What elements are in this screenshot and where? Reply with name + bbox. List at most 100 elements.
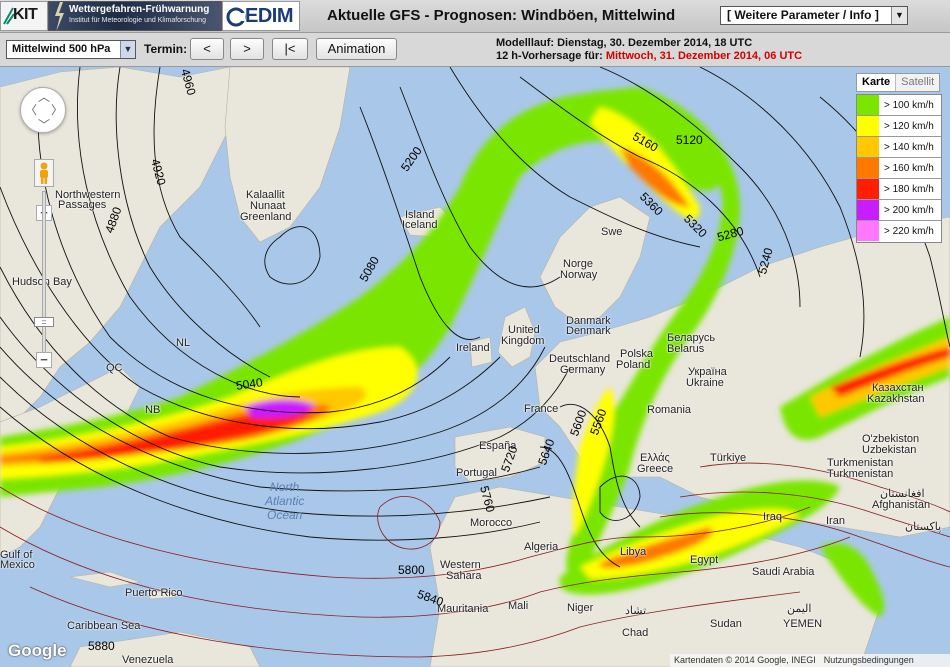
place-label: Caribbean Sea — [67, 620, 141, 632]
model-run-info: Modelllauf: Dienstag, 30. Dezember 2014,… — [496, 37, 802, 63]
place-label: Ukraine — [686, 377, 724, 389]
place-label: Passages — [58, 199, 107, 211]
forecast-line: 12 h-Vorhersage für: Mittwoch, 31. Dezem… — [496, 50, 802, 63]
legend-swatch — [857, 179, 879, 199]
legend-item: > 120 km/h — [857, 116, 941, 137]
level-select-value: Mittelwind 500 hPa — [12, 43, 111, 55]
google-logo[interactable]: Google — [8, 641, 67, 661]
legend-swatch — [857, 95, 879, 115]
map-attribution: Kartendaten © 2014 Google, INEGI Nutzungs… — [670, 654, 950, 667]
header-banner: KIT Wettergefahren-Frühwarnung Institut … — [0, 0, 950, 33]
place-label: Puerto Rico — [125, 587, 183, 599]
level-select[interactable]: Mittelwind 500 hPa ▼ — [6, 40, 136, 59]
place-label: Swe — [601, 226, 623, 238]
place-label: تشاد — [625, 605, 647, 617]
place-label: Chad — [622, 627, 649, 639]
place-label: NB — [145, 404, 161, 416]
place-label: Mauritania — [437, 603, 489, 615]
forecast-map[interactable]: North Atlantic Ocean Kalaallit Nunaat Gr… — [0, 67, 950, 667]
place-label: Sudan — [710, 618, 742, 630]
termin-label: Termin: — [144, 42, 188, 56]
place-label: Iraq — [763, 511, 782, 523]
pan-control[interactable]: ︿ ﹀ 〈 〉 — [20, 87, 66, 133]
place-label: Libya — [620, 546, 647, 558]
model-run-line: Modelllauf: Dienstag, 30. Dezember 2014,… — [496, 37, 753, 49]
place-label: Kazakhstan — [867, 393, 925, 405]
pan-right-icon[interactable]: 〉 — [51, 104, 63, 116]
pan-left-icon[interactable]: 〈 — [25, 104, 37, 116]
place-label: Türkiye — [710, 452, 747, 464]
legend-item: > 160 km/h — [857, 158, 941, 179]
zoom-slider-handle[interactable]: = — [34, 317, 54, 327]
zoom-slider-track[interactable] — [42, 191, 46, 356]
legend-swatch — [857, 116, 879, 136]
place-label: YEMEN — [783, 618, 823, 630]
place-label: Algeria — [524, 541, 559, 553]
place-label: Belarus — [667, 343, 705, 355]
animation-button[interactable]: Animation — [316, 38, 397, 60]
isoline-label: 5120 — [676, 133, 703, 147]
pegman-figure-icon — [40, 162, 48, 184]
place-label: Mexico — [0, 559, 35, 571]
lightning-icon — [55, 2, 64, 30]
warning-logo-title: Wettergefahren-Frühwarnung — [69, 4, 210, 15]
chevron-down-icon: ▼ — [891, 7, 907, 24]
first-button[interactable]: |< — [272, 38, 308, 60]
kit-logo-text: KIT — [13, 6, 38, 23]
legend-item: > 200 km/h — [857, 200, 941, 221]
place-label: Sahara — [446, 570, 482, 582]
place-label: Afghanistan — [872, 499, 931, 511]
isoline-label: 5880 — [88, 639, 115, 653]
zoom-out-button[interactable]: − — [36, 352, 52, 368]
ocean-label: North Atlantic Ocean — [265, 480, 305, 522]
place-label: Uzbekistan — [862, 444, 917, 456]
place-label: Poland — [616, 359, 651, 371]
place-label: Romania — [647, 404, 692, 416]
place-label: Mali — [508, 600, 529, 612]
place-label: Denmark — [566, 325, 611, 337]
forecast-prefix: 12 h-Vorhersage für: — [496, 50, 606, 62]
warning-logo[interactable]: Wettergefahren-Frühwarnung Institut für … — [48, 1, 222, 31]
isoline-label: 5800 — [398, 563, 425, 577]
legend-swatch — [857, 137, 879, 157]
map-type-control: Karte Satellit — [856, 73, 941, 92]
place-label: Venezuela — [122, 654, 174, 666]
legend-swatch — [857, 200, 879, 220]
parameter-select[interactable]: [ Weitere Parameter / Info ] ▼ — [720, 6, 908, 25]
legend-item: > 100 km/h — [857, 95, 941, 116]
place-label: Iran — [826, 515, 845, 527]
map-type-karte[interactable]: Karte — [857, 74, 895, 91]
map-type-satellit[interactable]: Satellit — [895, 74, 940, 91]
wind-legend: > 100 km/h > 120 km/h > 140 km/h > 160 k… — [856, 94, 942, 243]
page-title: Aktuelle GFS - Prognosen: Windböen, Mitt… — [327, 7, 676, 24]
place-label: Egypt — [690, 554, 719, 566]
place-label: Germany — [560, 364, 606, 376]
cedim-ring-icon — [226, 7, 246, 27]
parameter-select-value: [ Weitere Parameter / Info ] — [727, 8, 879, 22]
attribution-text: Kartendaten © 2014 Google, INEGI — [674, 655, 816, 665]
place-label: Iceland — [402, 219, 438, 231]
kit-logo[interactable]: KIT — [0, 1, 48, 31]
legend-swatch — [857, 158, 879, 178]
place-label: Greece — [637, 463, 674, 475]
pan-up-icon[interactable]: ︿ — [38, 91, 50, 103]
place-label: Morocco — [470, 517, 513, 529]
place-label: Turkmenistan — [827, 468, 894, 480]
previous-button[interactable]: < — [190, 38, 224, 60]
place-label: Portugal — [456, 467, 497, 479]
pan-down-icon[interactable]: ﹀ — [38, 119, 50, 131]
street-view-pegman-icon[interactable] — [34, 159, 54, 187]
terms-link[interactable]: Nutzungsbedingungen — [824, 655, 914, 665]
place-label: پاکستان — [905, 521, 942, 533]
legend-item: > 140 km/h — [857, 137, 941, 158]
cedim-logo[interactable]: EDIM — [222, 1, 300, 31]
place-label: Norway — [560, 269, 598, 281]
place-label: Niger — [567, 602, 594, 614]
place-label: Greenland — [240, 211, 292, 223]
control-bar: Mittelwind 500 hPa ▼ Termin: < > |< Anim… — [0, 33, 950, 67]
cedim-logo-text: EDIM — [245, 5, 294, 27]
forecast-valid-time: Mittwoch, 31. Dezember 2014, 06 UTC — [605, 50, 803, 62]
place-label: Saudi Arabia — [752, 566, 815, 578]
next-button[interactable]: > — [230, 38, 264, 60]
place-label: NL — [176, 337, 191, 349]
